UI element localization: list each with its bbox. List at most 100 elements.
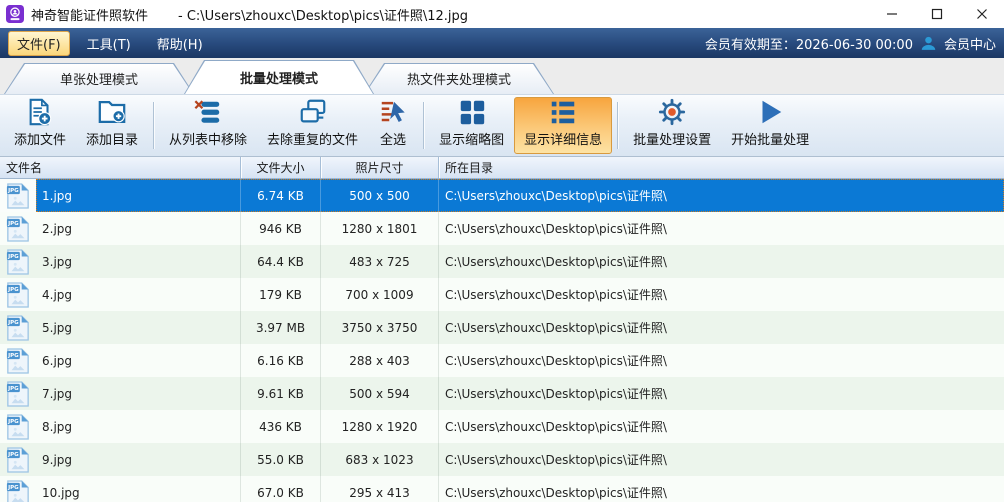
svg-text:JPG: JPG: [7, 221, 19, 227]
file-name-cell: 2.jpg: [36, 212, 240, 245]
directory-cell: C:\Users\zhouxc\Desktop\pics\证件照\: [438, 344, 1004, 377]
start-icon: [755, 97, 785, 127]
photo-size-cell: 700 x 1009: [320, 278, 438, 311]
file-size-cell: 3.97 MB: [240, 311, 320, 344]
table-row[interactable]: JPG 9.jpg55.0 KB683 x 1023C:\Users\zhouxc…: [0, 443, 1004, 476]
show-thumbnails-button[interactable]: 显示缩略图: [429, 97, 514, 154]
show-details-button[interactable]: 显示详细信息: [514, 97, 612, 154]
column-header-filesize[interactable]: 文件大小: [240, 157, 320, 178]
table-row[interactable]: JPG 5.jpg3.97 MB3750 x 3750C:\Users\zhoux…: [0, 311, 1004, 344]
tab-bar: 单张处理模式批量处理模式热文件夹处理模式: [0, 58, 1004, 94]
row-main: 8.jpg436 KB1280 x 1920C:\Users\zhouxc\De…: [36, 410, 1004, 443]
toolbar: 添加文件添加目录从列表中移除 去除重复的文件全选显示缩略图显示详细信息批量处理设置…: [0, 94, 1004, 157]
table-row[interactable]: JPG 8.jpg436 KB1280 x 1920C:\Users\zhouxc…: [0, 410, 1004, 443]
tool-button-label: 去除重复的文件: [267, 129, 358, 148]
row-main: 9.jpg55.0 KB683 x 1023C:\Users\zhouxc\De…: [36, 443, 1004, 476]
photo-size-cell: 288 x 403: [320, 344, 438, 377]
jpg-file-icon: JPG: [0, 344, 36, 377]
jpg-file-icon: JPG: [0, 212, 36, 245]
tab-label: 单张处理模式: [4, 63, 194, 94]
table-header: 文件名 文件大小 照片尺寸 所在目录: [0, 157, 1004, 179]
row-main: 4.jpg179 KB700 x 1009C:\Users\zhouxc\Des…: [36, 278, 1004, 311]
minimize-button[interactable]: [869, 0, 914, 28]
close-button[interactable]: [959, 0, 1004, 28]
file-name-cell: 10.jpg: [36, 476, 240, 502]
tool-button-label: 添加文件: [14, 129, 66, 148]
document-path: - C:\Users\zhouxc\Desktop\pics\证件照\12.jp…: [178, 5, 468, 24]
table-row[interactable]: JPG 3.jpg64.4 KB483 x 725C:\Users\zhouxc\…: [0, 245, 1004, 278]
remove-duplicates-icon: [298, 97, 328, 127]
table-row[interactable]: JPG 4.jpg179 KB700 x 1009C:\Users\zhouxc\…: [0, 278, 1004, 311]
add-folder-icon: [97, 97, 127, 127]
member-area: 会员有效期至：2026-06-30 00:00 会员中心: [705, 34, 996, 53]
remove-from-list-button[interactable]: 从列表中移除: [159, 97, 257, 154]
svg-text:JPG: JPG: [7, 188, 19, 194]
app-window: 神奇智能证件照软件 - C:\Users\zhouxc\Desktop\pics…: [0, 0, 1004, 502]
jpg-file-icon: JPG: [0, 476, 36, 502]
menu-item-tools[interactable]: 工具(T): [78, 31, 140, 56]
directory-cell: C:\Users\zhouxc\Desktop\pics\证件照\: [438, 278, 1004, 311]
file-name-cell: 4.jpg: [36, 278, 240, 311]
member-center-link[interactable]: 会员中心: [944, 34, 996, 53]
remove-duplicates-button[interactable]: 去除重复的文件: [257, 97, 368, 154]
table-row[interactable]: JPG7.jpg9.61 KB500 x 594C:\Users\zhouxc\…: [0, 377, 1004, 410]
directory-cell: C:\Users\zhouxc\Desktop\pics\证件照\: [438, 311, 1004, 344]
file-size-cell: 6.74 KB: [240, 179, 320, 212]
batch-settings-button[interactable]: 批量处理设置: [623, 97, 721, 154]
tab-batch-mode[interactable]: 批量处理模式: [184, 60, 374, 94]
file-name-cell: 6.jpg: [36, 344, 240, 377]
menu-item-help[interactable]: 帮助(H): [148, 31, 212, 56]
window-controls: [869, 0, 1004, 28]
file-size-cell: 6.16 KB: [240, 344, 320, 377]
table-row[interactable]: JPG 6.jpg6.16 KB288 x 403C:\Users\zhouxc\…: [0, 344, 1004, 377]
file-name-cell: 7.jpg: [36, 377, 240, 410]
member-person-icon: [920, 35, 937, 52]
tab-hotfolder-mode[interactable]: 热文件夹处理模式: [364, 63, 554, 94]
photo-size-cell: 500 x 500: [320, 179, 438, 212]
file-size-cell: 946 KB: [240, 212, 320, 245]
column-header-filename[interactable]: 文件名: [0, 157, 240, 178]
select-all-icon: [378, 97, 408, 127]
table-row[interactable]: JPG10.jpg67.0 KB295 x 413C:\Users\zhouxc…: [0, 476, 1004, 502]
file-name-cell: 5.jpg: [36, 311, 240, 344]
jpg-file-icon: JPG: [0, 410, 36, 443]
menu-bar: 文件(F) 工具(T) 帮助(H) 会员有效期至：2026-06-30 00:00 …: [0, 28, 1004, 58]
menu-item-file[interactable]: 文件(F): [8, 31, 70, 56]
row-main: 10.jpg67.0 KB295 x 413C:\Users\zhouxc\De…: [36, 476, 1004, 502]
start-batch-button[interactable]: 开始批量处理: [721, 97, 819, 154]
app-title: 神奇智能证件照软件: [31, 5, 148, 24]
maximize-button[interactable]: [914, 0, 959, 28]
tab-single-mode[interactable]: 单张处理模式: [4, 63, 194, 94]
directory-cell: C:\Users\zhouxc\Desktop\pics\证件照\: [438, 377, 1004, 410]
file-size-cell: 64.4 KB: [240, 245, 320, 278]
add-files-button[interactable]: 添加文件: [4, 97, 76, 154]
svg-text:JPG: JPG: [7, 419, 19, 425]
file-size-cell: 9.61 KB: [240, 377, 320, 410]
svg-text:JPG: JPG: [7, 320, 19, 326]
row-main: 2.jpg946 KB1280 x 1801C:\Users\zhouxc\De…: [36, 212, 1004, 245]
file-list: JPG 1.jpg6.74 KB500 x 500C:\Users\zhouxc\…: [0, 179, 1004, 502]
column-header-directory[interactable]: 所在目录: [438, 157, 1004, 178]
jpg-file-icon: JPG: [0, 179, 36, 212]
tool-button-label: 从列表中移除: [169, 129, 247, 148]
table-row[interactable]: JPG 2.jpg946 KB1280 x 1801C:\Users\zhouxc…: [0, 212, 1004, 245]
menu-items: 文件(F) 工具(T) 帮助(H): [8, 31, 220, 56]
app-logo-icon: [6, 5, 24, 23]
svg-text:JPG: JPG: [7, 287, 19, 293]
tab-label: 热文件夹处理模式: [364, 63, 554, 94]
row-main: 5.jpg3.97 MB3750 x 3750C:\Users\zhouxc\D…: [36, 311, 1004, 344]
svg-text:JPG: JPG: [7, 254, 19, 260]
add-folder-button[interactable]: 添加目录: [76, 97, 148, 154]
column-header-dimensions[interactable]: 照片尺寸: [320, 157, 438, 178]
photo-size-cell: 483 x 725: [320, 245, 438, 278]
row-main: 1.jpg6.74 KB500 x 500C:\Users\zhouxc\Des…: [36, 179, 1004, 212]
svg-text:JPG: JPG: [7, 452, 19, 458]
maximize-icon: [931, 8, 943, 20]
remove-from-list-icon: [193, 97, 223, 127]
select-all-button[interactable]: 全选: [368, 97, 418, 154]
svg-text:JPG: JPG: [7, 353, 19, 359]
thumbnails-icon: [457, 97, 487, 127]
table-row[interactable]: JPG 1.jpg6.74 KB500 x 500C:\Users\zhouxc\…: [0, 179, 1004, 212]
settings-icon: [657, 97, 687, 127]
row-main: 3.jpg64.4 KB483 x 725C:\Users\zhouxc\Des…: [36, 245, 1004, 278]
